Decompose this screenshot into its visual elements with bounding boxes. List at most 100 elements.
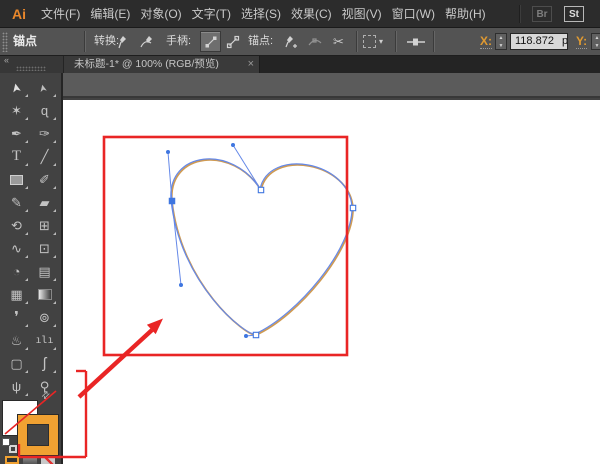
separator (433, 31, 434, 52)
mini-fill-icon (2, 438, 10, 446)
panel-header-grip[interactable] (16, 66, 46, 71)
pencil-tool[interactable]: ✎ (3, 191, 30, 214)
pasteboard (63, 73, 600, 98)
tools-panel-header: « (0, 56, 63, 73)
gradient-tool-icon (37, 289, 52, 300)
perspective-grid-tool[interactable]: ▤ (31, 260, 58, 283)
free-transform-tool[interactable]: ⊡ (31, 237, 58, 260)
blend-tool-icon: ⊚ (39, 310, 50, 325)
width-tool[interactable]: ∿ (3, 237, 30, 260)
stepper-down-icon[interactable]: ▼ (592, 42, 600, 50)
selection-tool-icon: ➤ (8, 81, 25, 94)
curvature-tool-icon: ✑ (39, 126, 50, 141)
artboard-canvas[interactable] (63, 100, 600, 464)
type-tool[interactable]: T (3, 145, 30, 168)
menu-view[interactable]: 视图(V) (337, 0, 387, 28)
paintbrush-tool[interactable]: ✐ (31, 168, 58, 191)
document-tab[interactable]: 未标题-1* @ 100% (RGB/预览) × (64, 56, 260, 73)
stepper-down-icon[interactable]: ▼ (496, 42, 506, 50)
mesh-tool[interactable]: ▦ (3, 283, 30, 306)
hide-handles-button[interactable] (222, 31, 243, 52)
menu-object[interactable]: 对象(O) (135, 0, 186, 28)
default-fill-stroke-icon[interactable] (2, 438, 17, 453)
stepper-up-icon[interactable]: ▲ (496, 34, 506, 42)
menubar-separator (519, 5, 520, 23)
selection-tool[interactable]: ➤ (3, 76, 30, 99)
x-stepper[interactable]: ▲ ▼ (495, 33, 507, 50)
convert-smooth-icon (139, 35, 152, 47)
y-label: Y: (576, 34, 588, 49)
magic-wand-tool-icon: ✶ (11, 103, 22, 118)
shape-builder-tool-icon: ◔ (12, 264, 21, 279)
paintbrush-tool-icon: ✐ (39, 172, 50, 187)
anchors-label: 锚点: (248, 35, 274, 47)
eraser-tool-icon: ▰ (39, 195, 50, 210)
menu-help[interactable]: 帮助(H) (440, 0, 491, 28)
rotate-tool[interactable]: ⟲ (3, 214, 30, 237)
document-tab-title: 未标题-1* @ 100% (RGB/预览) (74, 58, 219, 70)
menu-window[interactable]: 窗口(W) (387, 0, 440, 28)
pen-tool[interactable]: ✒ (3, 122, 30, 145)
slice-tool[interactable]: ʃ (31, 352, 58, 375)
blend-tool[interactable]: ⊚ (31, 306, 58, 329)
artboard-tool[interactable]: ▢ (3, 352, 30, 375)
stroke-swatch[interactable] (18, 415, 58, 455)
eyedropper-tool[interactable]: ❜ (3, 306, 30, 329)
illustrator-logo[interactable]: Ai (4, 2, 34, 26)
control-bar: 锚点 转换: 手柄: 锚点: ✂ ▾ X: ▲ ▼ 118.872 p Y: ▲… (0, 28, 600, 56)
width-tool-icon: ∿ (11, 241, 22, 256)
dashed-square-icon (363, 35, 376, 48)
x-value: 118.872 (515, 35, 554, 47)
rotate-tool-icon: ⟲ (11, 218, 22, 233)
convert-to-corner-button[interactable] (112, 31, 133, 52)
graph-tool[interactable]: ılı (31, 329, 58, 352)
none-button[interactable] (41, 456, 55, 464)
shape-builder-tool[interactable]: ◔ (3, 260, 30, 283)
curvature-tool[interactable]: ✑ (31, 122, 58, 145)
mesh-tool-icon: ▦ (10, 287, 23, 302)
remove-anchor-button[interactable] (304, 31, 325, 52)
hand-tool[interactable]: ψ (3, 375, 30, 398)
slice-tool-icon: ʃ (42, 355, 47, 372)
isolate-selection-button[interactable]: ▾ (363, 33, 391, 50)
line-segment-tool[interactable]: ╱ (31, 145, 58, 168)
collapse-panel-icon[interactable]: « (4, 56, 9, 65)
separator (84, 31, 85, 52)
scale-tool[interactable]: ⊞ (31, 214, 58, 237)
panel-grip-icon[interactable] (2, 32, 8, 52)
bridge-button[interactable]: Br (532, 6, 552, 22)
pen-tool-icon: ✒ (11, 126, 22, 141)
separator (395, 31, 396, 52)
handles-hide-icon (226, 35, 239, 48)
stepper-up-icon[interactable]: ▲ (592, 34, 600, 42)
gradient-button[interactable] (23, 456, 37, 464)
direct-selection-tool[interactable]: ➤ (31, 76, 58, 99)
show-handles-button[interactable] (200, 31, 221, 52)
menu-file[interactable]: 文件(F) (36, 0, 85, 28)
y-stepper[interactable]: ▲ ▼ (591, 33, 600, 50)
close-tab-icon[interactable]: × (248, 56, 254, 72)
menu-effect[interactable]: 效果(C) (286, 0, 337, 28)
graph-tool-icon: ılı (35, 334, 54, 346)
cut-path-button[interactable]: ✂ (328, 31, 349, 52)
menu-items: 文件(F) 编辑(E) 对象(O) 文字(T) 选择(S) 效果(C) 视图(V… (36, 0, 491, 28)
x-coordinate-input[interactable]: 118.872 p (510, 33, 568, 50)
gradient-tool[interactable] (31, 283, 58, 306)
convert-to-smooth-button[interactable] (136, 31, 157, 52)
dropdown-arrow-icon: ▾ (379, 37, 384, 46)
magic-wand-tool[interactable]: ✶ (3, 99, 30, 122)
type-tool-icon: T (11, 148, 22, 164)
pencil-tool-icon: ✎ (11, 195, 22, 210)
eraser-tool[interactable]: ▰ (31, 191, 58, 214)
symbol-sprayer-tool[interactable]: ♨ (3, 329, 30, 352)
menu-type[interactable]: 文字(T) (187, 0, 236, 28)
stock-button[interactable]: St (564, 6, 584, 22)
transform-slider-button[interactable] (405, 34, 427, 55)
menu-select[interactable]: 选择(S) (236, 0, 286, 28)
lasso-tool[interactable]: ɋ (31, 99, 58, 122)
rectangle-tool[interactable] (3, 168, 30, 191)
color-button[interactable] (5, 456, 19, 464)
artboard-tool-icon: ▢ (10, 356, 23, 371)
add-anchor-button[interactable] (280, 31, 301, 52)
menu-edit[interactable]: 编辑(E) (85, 0, 135, 28)
